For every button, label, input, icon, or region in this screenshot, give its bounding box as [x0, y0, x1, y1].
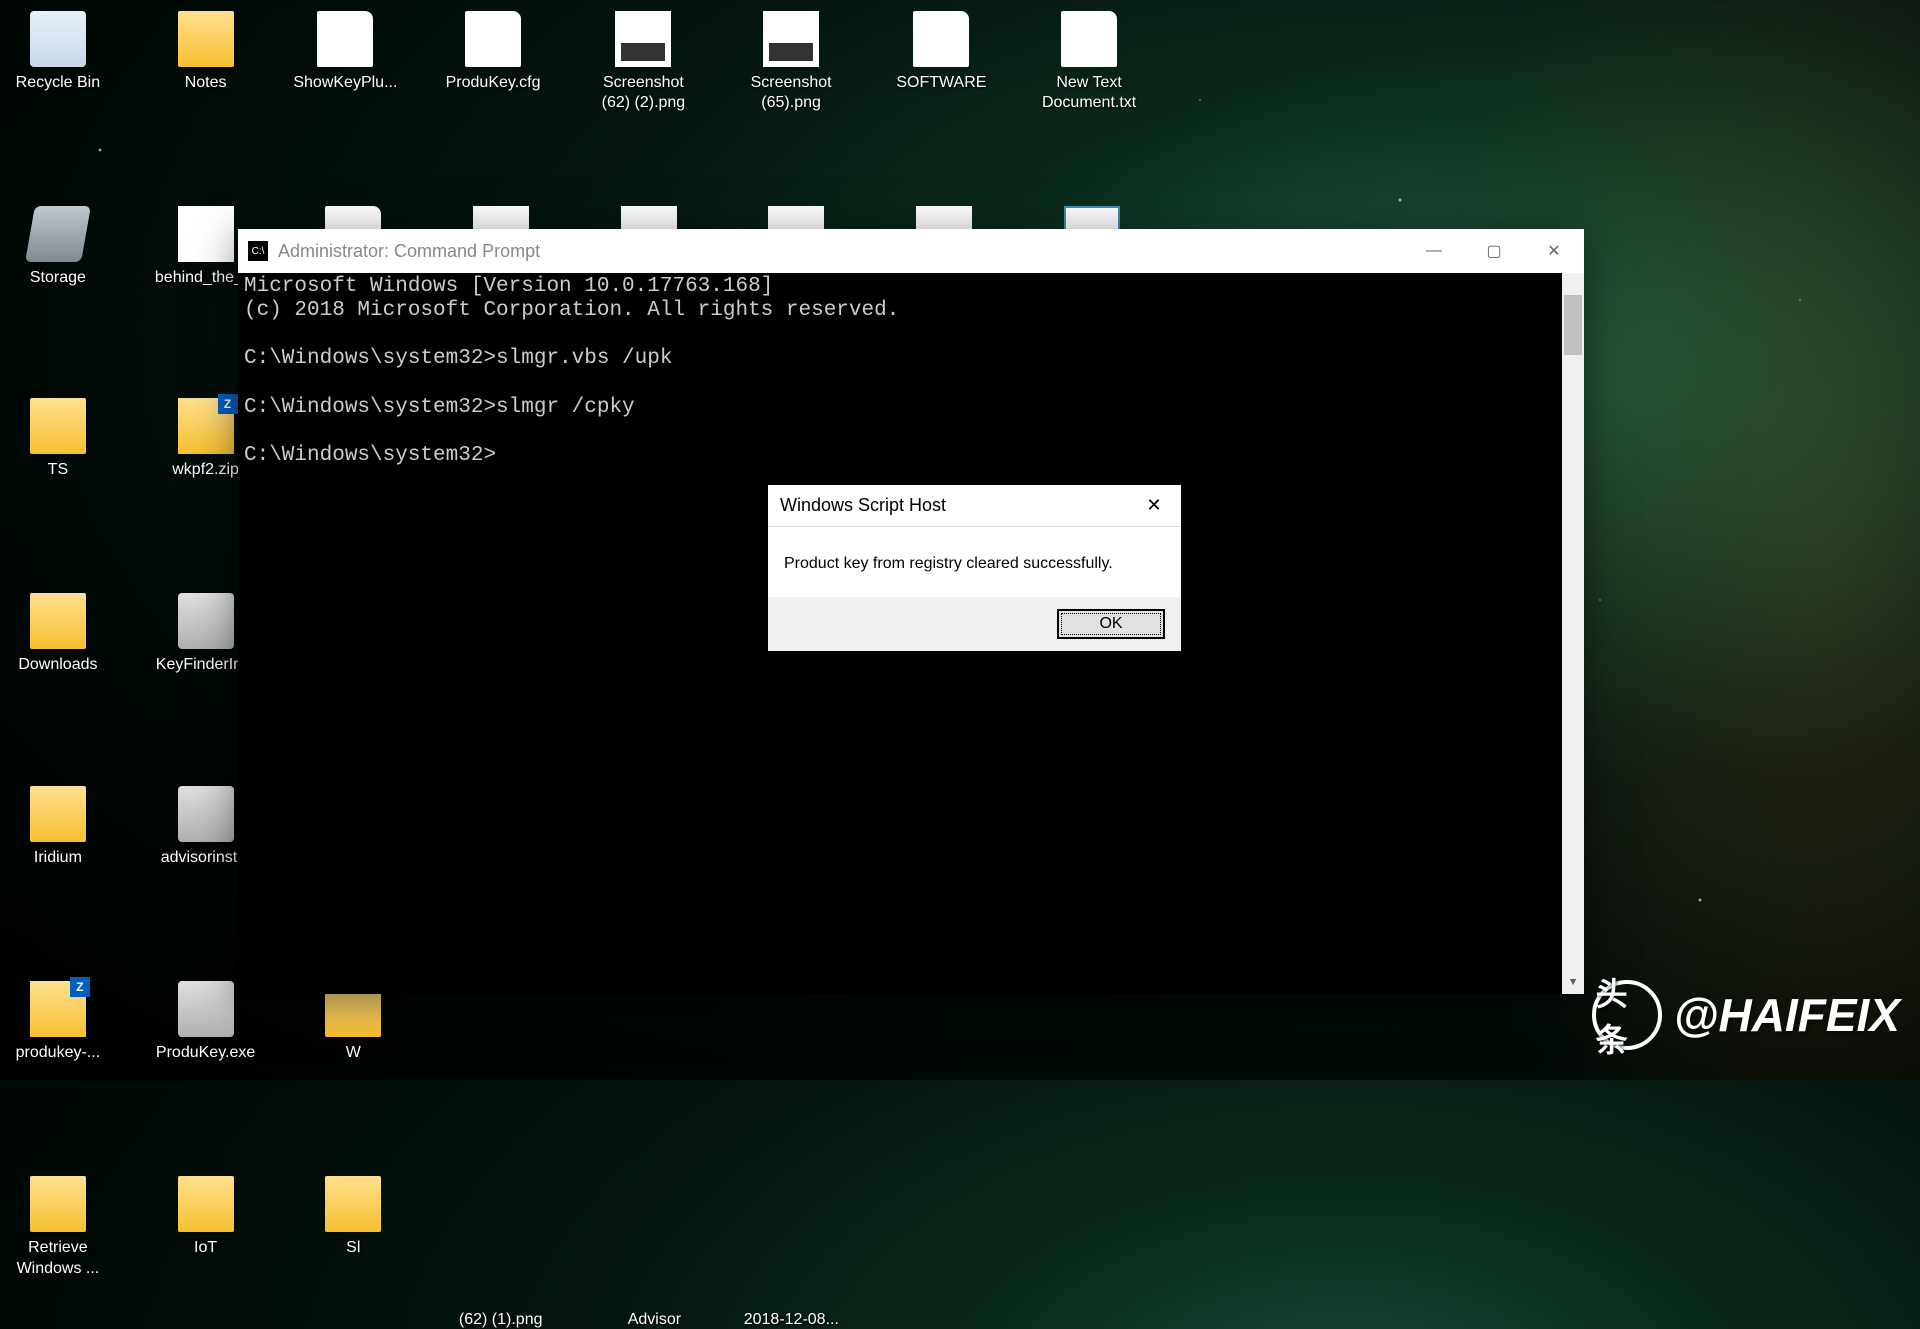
png-icon [615, 11, 671, 67]
folder-icon [30, 1176, 86, 1232]
desktop-icon-label: TS [48, 460, 68, 481]
cmd-text: Microsoft Windows [Version 10.0.17763.16… [244, 275, 1578, 468]
desktop-icon-label: New Text Document.txt [1039, 73, 1139, 115]
desktop-icon-label: SOFTWARE [896, 73, 986, 94]
file-icon [1061, 11, 1117, 67]
desktop-icon-label: wkpf2.zip [172, 460, 239, 481]
cmd-icon: C:\ [248, 241, 268, 261]
file-icon [465, 11, 521, 67]
desktop-icon-label: produkey-... [16, 1043, 100, 1064]
scroll-down-icon[interactable]: ▼ [1562, 972, 1584, 994]
desktop-icon[interactable]: Recycle Bin [8, 11, 108, 94]
recycle-icon [30, 11, 86, 67]
window-controls: — ▢ ✕ [1404, 229, 1584, 273]
dialog-message: Product key from registry cleared succes… [784, 555, 1165, 573]
zip-icon: Z [178, 398, 234, 454]
dialog-close-button[interactable]: ✕ [1139, 491, 1169, 521]
desktop-icon-label: Screenshot (62) (2).png [593, 73, 693, 115]
desktop-icon-label: Recycle Bin [16, 73, 100, 94]
folder-icon [30, 786, 86, 842]
folder-icon [178, 11, 234, 67]
watermark-logo-icon: 头条 [1592, 980, 1662, 1050]
desktop-icon-label: ShowKeyPlu... [293, 73, 397, 94]
dialog-titlebar[interactable]: Windows Script Host ✕ [768, 485, 1181, 527]
file-icon [317, 11, 373, 67]
desktop-icon[interactable]: Retrieve Windows ... [8, 1176, 108, 1280]
script-host-dialog[interactable]: Windows Script Host ✕ Product key from r… [768, 485, 1181, 651]
desktop-icon-label: ProduKey.exe [156, 1043, 255, 1064]
desktop-icon[interactable]: Zprodukey-... [8, 981, 108, 1064]
desktop-icon-label: Retrieve Windows ... [8, 1238, 108, 1280]
desktop-icon[interactable]: Iridium [8, 786, 108, 869]
storage-icon [25, 206, 91, 262]
cmd-title: Administrator: Command Prompt [278, 241, 1404, 262]
desktop-icon-label: Iridium [34, 848, 82, 869]
ok-button[interactable]: OK [1057, 609, 1165, 639]
desktop-icon-label: IoT [194, 1238, 217, 1259]
maximize-button[interactable]: ▢ [1464, 229, 1524, 273]
desktop-icon[interactable]: Screenshot (65).png [741, 11, 841, 115]
desktop-icon[interactable]: Downloads [8, 593, 108, 676]
desktop-icon-label: 2018-12-08... [744, 1311, 839, 1329]
file-dark-icon [178, 206, 234, 262]
watermark-text: @HAIFEIX [1674, 988, 1900, 1042]
desktop-icon[interactable]: ShowKeyPlu... [295, 11, 395, 94]
zip-badge-icon: Z [70, 977, 90, 997]
exe-icon [178, 593, 234, 649]
desktop-icon-label: (62) (1).png [459, 1311, 543, 1329]
desktop-icon[interactable]: IoT [156, 1176, 256, 1259]
watermark: 头条 @HAIFEIX [1592, 980, 1900, 1050]
folder-icon [30, 593, 86, 649]
dialog-body: Product key from registry cleared succes… [768, 527, 1181, 597]
file-icon [913, 11, 969, 67]
desktop-icon[interactable]: SOFTWARE [891, 11, 991, 94]
zip-badge-icon: Z [218, 394, 238, 414]
desktop-icon-label: Storage [30, 268, 86, 289]
desktop-icon-label: W [346, 1043, 361, 1064]
exe-icon [178, 786, 234, 842]
desktop-icon-label: Notes [185, 73, 227, 94]
desktop-icon[interactable]: New Text Document.txt [1039, 11, 1139, 115]
desktop-icon[interactable]: Screenshot (62) (2).png [593, 11, 693, 115]
desktop-icon[interactable]: Storage [8, 206, 108, 289]
folder-icon [178, 1176, 234, 1232]
scrollbar[interactable]: ▲ ▼ [1562, 273, 1584, 994]
zip-icon: Z [30, 981, 86, 1037]
cmd-titlebar[interactable]: C:\ Administrator: Command Prompt — ▢ ✕ [238, 229, 1584, 273]
desktop-icon-label: Advisor [628, 1311, 681, 1329]
folder-icon [30, 398, 86, 454]
desktop-icon[interactable]: Notes [156, 11, 256, 94]
dialog-footer: OK [768, 597, 1181, 651]
png-icon [763, 11, 819, 67]
desktop-icon[interactable]: Sl [303, 1176, 403, 1259]
folder-icon [325, 1176, 381, 1232]
desktop-icon[interactable]: TS [8, 398, 108, 481]
exe-icon [178, 981, 234, 1037]
minimize-button[interactable]: — [1404, 229, 1464, 273]
desktop-icon-label: Sl [346, 1238, 360, 1259]
desktop-icon-label: Screenshot (65).png [741, 73, 841, 115]
desktop-icon-label: ProduKey.cfg [446, 73, 541, 94]
desktop-icon-label: Downloads [18, 655, 97, 676]
dialog-title: Windows Script Host [780, 495, 1139, 516]
scroll-thumb[interactable] [1564, 295, 1582, 355]
desktop-icon[interactable]: ProduKey.cfg [443, 11, 543, 94]
close-button[interactable]: ✕ [1524, 229, 1584, 273]
